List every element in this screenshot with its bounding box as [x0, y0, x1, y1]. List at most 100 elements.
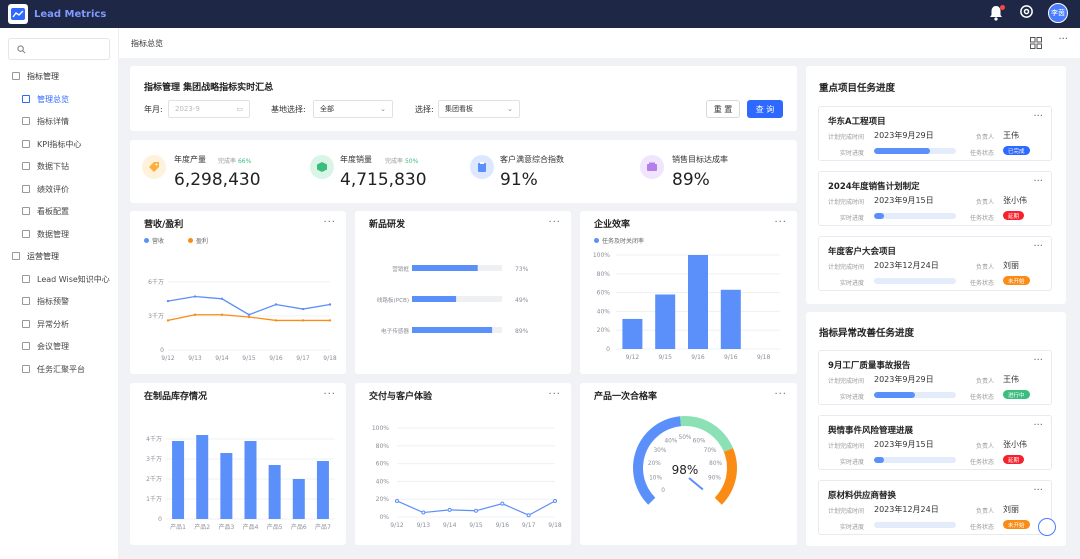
task-card[interactable]: 原材料供应商替换 ··· 计划完成时间 2023年12月24日 负责人 刘丽 实… [818, 480, 1052, 535]
progress-fill [874, 457, 884, 463]
y-tick-label: 3千万 [148, 312, 164, 320]
more-icon[interactable]: ··· [1033, 420, 1043, 431]
more-icon[interactable]: ··· [323, 217, 336, 228]
status-badge: 进行中 [1003, 390, 1030, 399]
gauge-tick-label: 90% [708, 476, 721, 482]
quality-card: 产品一次合格率 ··· 0 10% 20% 30% 40% 50% 60% 70% 80% 90%… [580, 383, 797, 545]
more-icon[interactable]: ··· [548, 217, 561, 228]
bar [268, 465, 281, 519]
kpi-value: 4,715,830 [340, 170, 427, 190]
projects-card: 重点项目任务进度 华东A工程项目 ··· 计划完成时间 2023年9月29日 负… [806, 66, 1066, 304]
bar [292, 479, 305, 519]
status-label: 任务状态 [970, 150, 995, 157]
sidebar-item-data-mgmt[interactable]: 数据管理 [0, 224, 118, 244]
legend-efficiency: 任务及时关闭率 [594, 236, 644, 245]
efficiency-chart: 0 20% 40% 60% 80% 100% 9/12 9/15 9/16 9/16 9/18 [593, 252, 780, 361]
sidebar-item-overview[interactable]: 管理总览 [0, 89, 118, 109]
sidebar-item-anomaly[interactable]: 异常分析 [0, 314, 118, 334]
sidebar-item-evaluation[interactable]: 绩效评价 [0, 179, 118, 199]
gauge-tick-label: 40% [664, 438, 677, 444]
base-label: 基地选择: [271, 105, 306, 114]
chat-help-icon[interactable] [1038, 518, 1056, 536]
kpi-label: 销售目标达成率 [672, 155, 728, 164]
sidebar-item-board-config[interactable]: 看板配置 [0, 201, 118, 221]
nav-group-metrics[interactable]: 指标管理 [0, 66, 118, 86]
query-button[interactable]: 查 询 [747, 100, 783, 118]
sidebar-item-kpi[interactable]: KPI指标中心 [0, 134, 118, 154]
more-icon[interactable]: ··· [323, 389, 336, 400]
evaluation-icon [22, 185, 30, 193]
progress-fill [874, 148, 930, 154]
progress-label: 实时进度 [840, 150, 865, 157]
data-label: 49% [515, 297, 529, 304]
wallet-icon [640, 155, 664, 179]
section-title: 重点项目任务进度 [819, 83, 896, 94]
sidebar: 指标管理 管理总览 指标详情 KPI指标中心 数据下钻 绩效评价 看板配置 数据… [0, 28, 118, 559]
avatar[interactable]: 李茵 [1048, 3, 1068, 23]
search-input[interactable] [8, 38, 110, 60]
task-card[interactable]: 年度客户大会项目 ··· 计划完成时间 2023年12月24日 负责人 刘丽 实… [818, 236, 1052, 291]
y-tick-label: 4千万 [146, 435, 162, 443]
more-icon[interactable]: ··· [1033, 176, 1043, 187]
owner-label: 负责人 [976, 443, 995, 450]
base-select[interactable]: 全部 ⌄ [313, 100, 393, 118]
rnd-card: 新品研发 ··· 营销框 73% 线路板(PCB) 49% 电子传感器 89% [355, 211, 571, 374]
more-icon[interactable]: ··· [1033, 111, 1043, 122]
board-select[interactable]: 集团看板 ⌄ [438, 100, 520, 118]
plan-date: 2023年9月15日 [874, 440, 934, 449]
owner-label: 负责人 [976, 378, 995, 385]
gear-icon[interactable] [1019, 4, 1034, 22]
sidebar-item-alert[interactable]: 指标预警 [0, 291, 118, 311]
sidebar-item-drilldown[interactable]: 数据下钻 [0, 156, 118, 176]
y-tick-label: 80% [597, 271, 611, 278]
data-point [328, 303, 332, 306]
legend-revenue: 营收 [144, 236, 164, 245]
status-label: 任务状态 [970, 459, 995, 466]
more-icon[interactable]: ··· [774, 217, 787, 228]
search-icon [17, 44, 26, 53]
more-icon[interactable]: ··· [1033, 241, 1043, 252]
page-title: 指标管理 集团战略指标实时汇总 [144, 83, 274, 93]
kpi-icon [22, 140, 30, 148]
y-tick-label: 1千万 [146, 495, 162, 503]
owner-label: 负责人 [976, 264, 995, 271]
sidebar-item-knowledge[interactable]: Lead Wise知识中心 [0, 269, 118, 289]
task-card[interactable]: 舆情事件风险管理进展 ··· 计划完成时间 2023年9月15日 负责人 张小伟… [818, 415, 1052, 470]
y-tick-label: 6千万 [148, 278, 164, 286]
task-card[interactable]: 9月工厂质量事故报告 ··· 计划完成时间 2023年9月29日 负责人 王伟 … [818, 350, 1052, 405]
chevron-down-icon: ⌄ [380, 105, 386, 113]
more-icon[interactable]: ··· [548, 389, 561, 400]
y-tick-label: 40% [376, 478, 390, 485]
progress-bar [874, 148, 956, 154]
more-icon[interactable]: ··· [774, 389, 787, 400]
more-icon[interactable]: ··· [1033, 355, 1043, 366]
sidebar-item-meetings[interactable]: 会议管理 [0, 336, 118, 356]
quality-gauge: 0 10% 20% 30% 40%50%60% 70% 80% 90% 98% [633, 416, 737, 505]
plan-label: 计划完成时间 [828, 134, 865, 141]
gauge-tick-label: 30% [653, 448, 666, 454]
data-point [526, 513, 531, 518]
sidebar-item-details[interactable]: 指标详情 [0, 111, 118, 131]
grid-icon[interactable] [1030, 37, 1042, 49]
sidebar-item-tasks[interactable]: 任务汇聚平台 [0, 359, 118, 379]
more-icon[interactable]: ··· [1033, 485, 1043, 496]
bar [655, 294, 676, 349]
nav-group-operations[interactable]: 运营管理 [0, 246, 118, 266]
data-point [247, 315, 251, 319]
year-month-picker[interactable]: 2023-9 ▭ [168, 100, 250, 118]
x-tick-label: 产品5 [267, 523, 283, 531]
task-card[interactable]: 2024年度销售计划制定 ··· 计划完成时间 2023年9月15日 负责人 张… [818, 171, 1052, 226]
plan-label: 计划完成时间 [828, 264, 865, 271]
anomaly-icon [22, 320, 30, 328]
x-tick-label: 9/12 [390, 522, 404, 529]
database-icon [22, 230, 30, 238]
task-card[interactable]: 华东A工程项目 ··· 计划完成时间 2023年9月29日 负责人 王伟 实时进… [818, 106, 1052, 161]
logo-icon[interactable] [8, 4, 28, 24]
more-icon[interactable]: ··· [1058, 34, 1068, 45]
data-point [447, 507, 452, 512]
drilldown-icon [22, 162, 30, 170]
legend-profit: 盈利 [188, 236, 208, 245]
breadcrumb: 指标总览 [131, 39, 163, 48]
reset-button[interactable]: 重 置 [706, 100, 740, 118]
bell-icon[interactable] [989, 5, 1005, 21]
